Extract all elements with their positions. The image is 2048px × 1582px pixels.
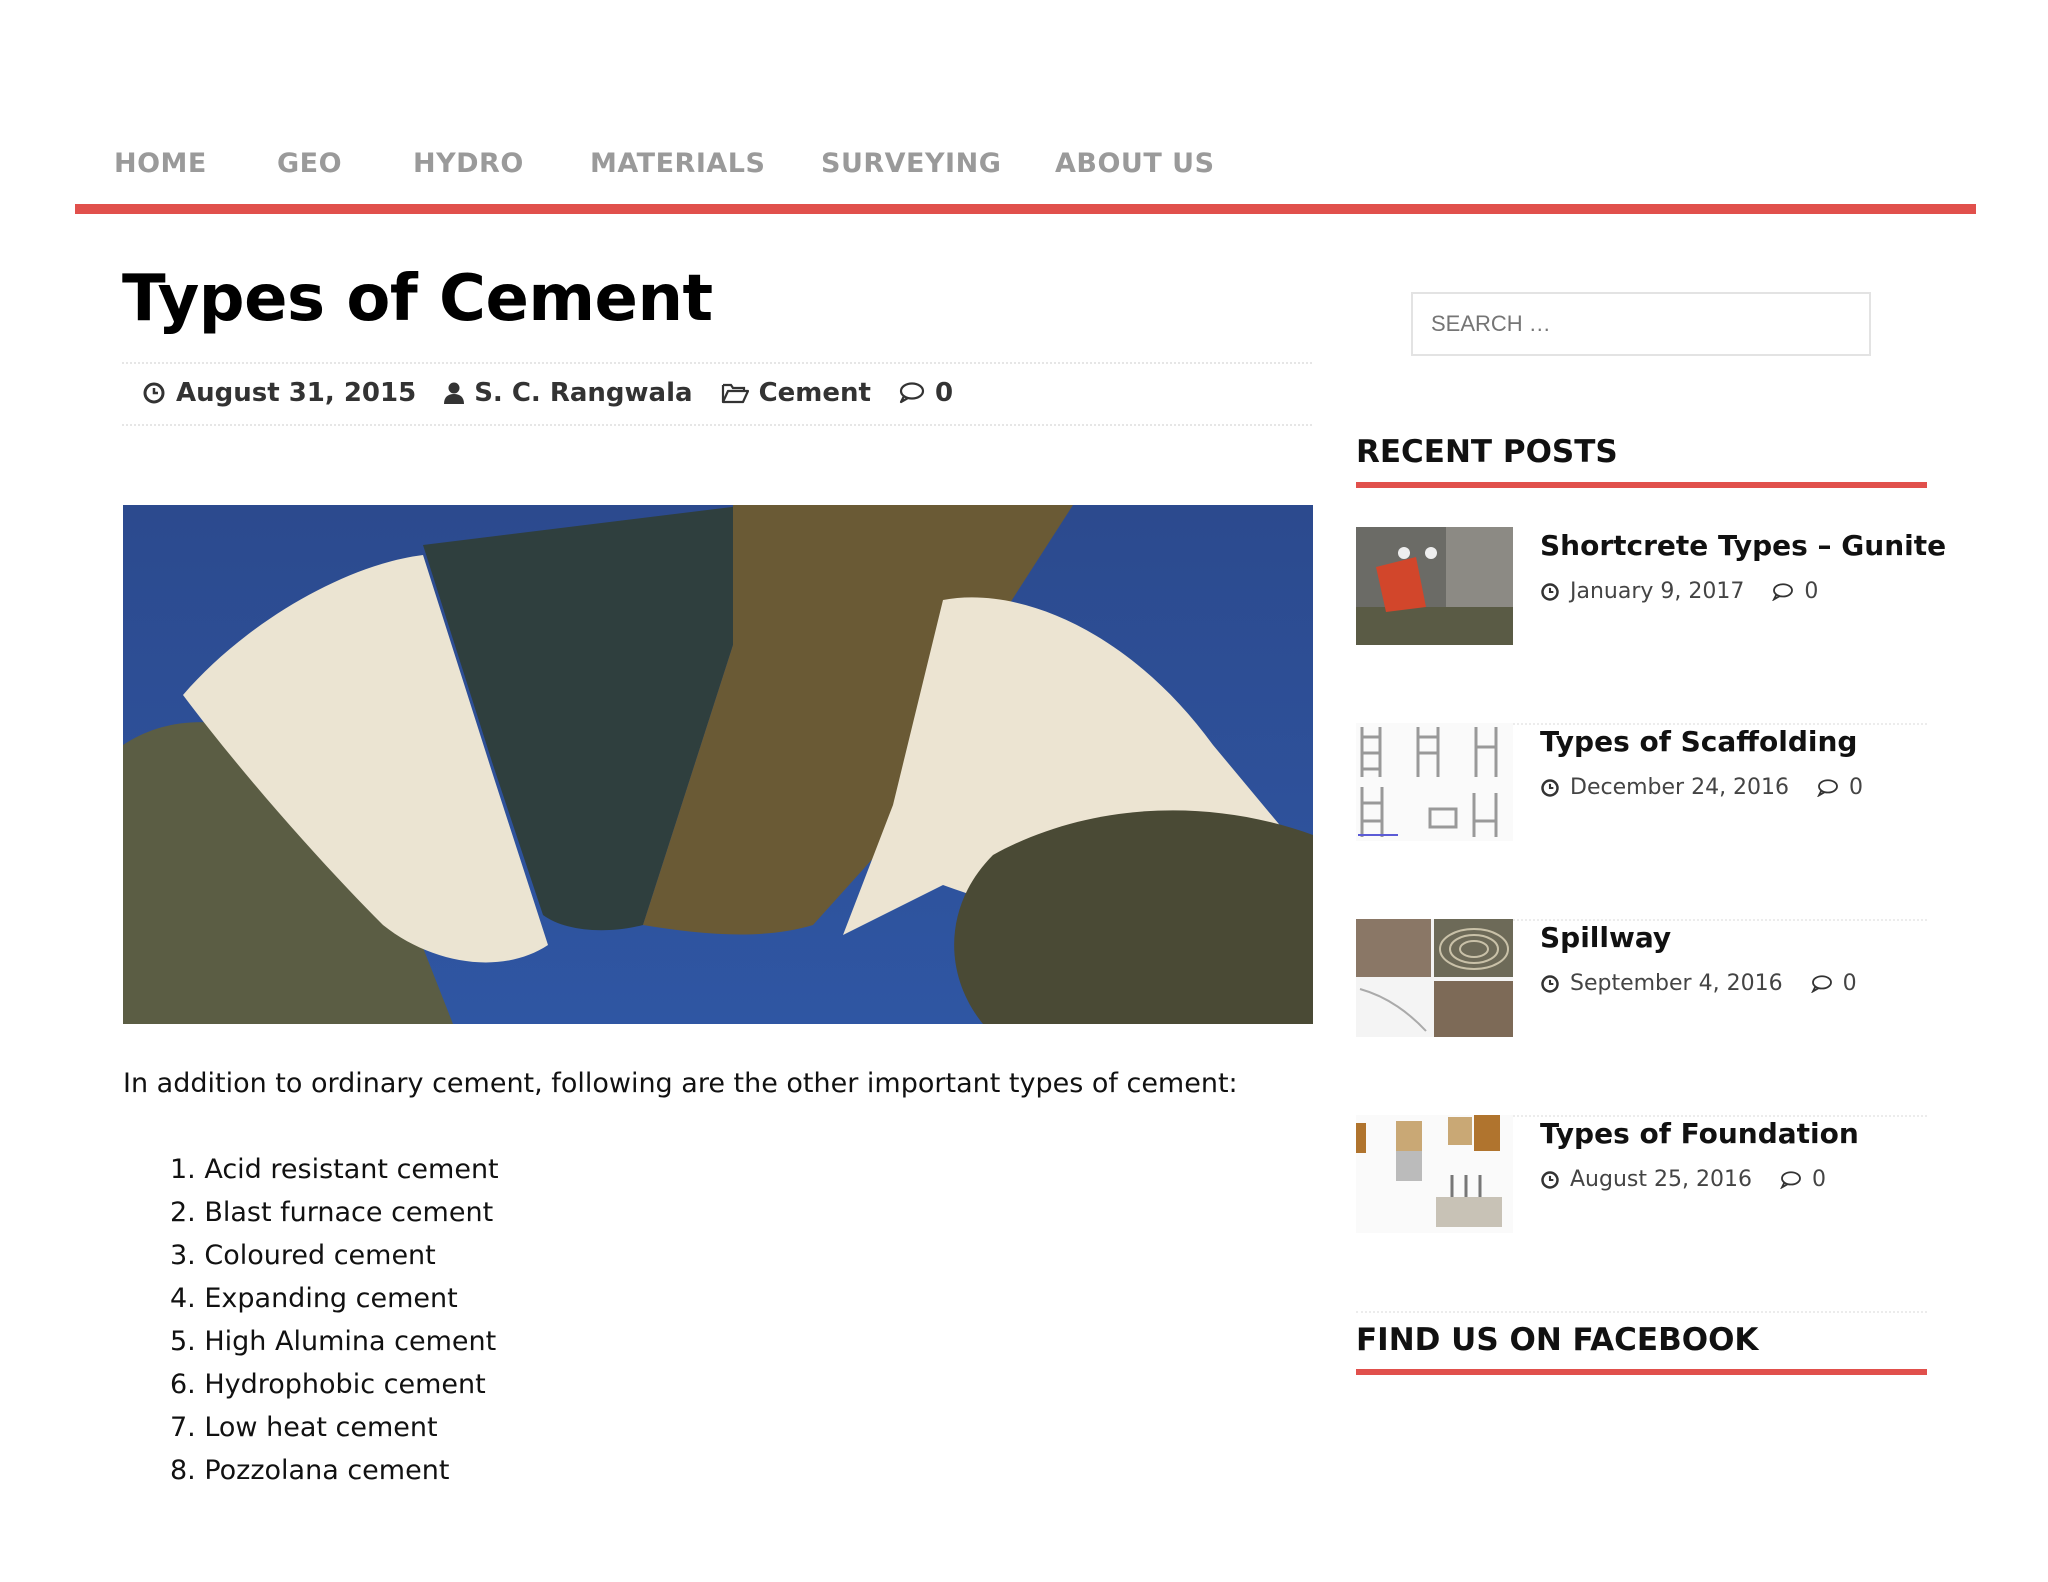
post-date[interactable]: August 31, 2015 [142,378,416,408]
post-meta: August 31, 2015 S. C. Rangwala Cement 0 [122,362,1312,426]
list-item: 1. Acid resistant cement [170,1154,499,1185]
facebook-widget-title: FIND US ON FACEBOOK [1356,1322,1759,1358]
cement-types-list: 1. Acid resistant cement 2. Blast furnac… [170,1148,499,1492]
hero-illustration [123,505,1313,1024]
clock-icon [143,382,165,404]
post-title-link[interactable]: Types of Foundation [1540,1117,1859,1150]
post-comment-count[interactable]: 0 [1812,1167,1826,1192]
recent-post-item[interactable]: Types of Foundation August 25, 2016 0 [1356,1115,1927,1313]
shotcrete-thumbnail-image [1356,527,1513,645]
list-item: 6. Hydrophobic cement [170,1369,486,1400]
post-thumbnail[interactable] [1356,919,1513,1037]
recent-post-item[interactable]: Spillway September 4, 2016 0 [1356,919,1927,1117]
nav-materials[interactable]: MATERIALS [590,148,765,179]
post-author-text: S. C. Rangwala [474,378,693,408]
post-date[interactable]: September 4, 2016 [1570,971,1783,996]
post-comment-count[interactable]: 0 [1804,579,1818,604]
list-item: 3. Coloured cement [170,1240,436,1271]
comment-icon [899,382,925,404]
recent-post-item[interactable]: Shortcrete Types – Gunite January 9, 201… [1356,527,1946,725]
post-thumbnail[interactable] [1356,723,1513,841]
nav-accent-bar [75,204,1976,214]
nav-home[interactable]: HOME [114,148,207,179]
post-comments[interactable]: 0 [899,378,953,408]
article-title: Types of Cement [122,262,713,336]
post-thumbnail[interactable] [1356,1115,1513,1233]
post-comments-count: 0 [934,378,954,408]
post-category[interactable]: Cement [721,378,871,408]
clock-icon [1541,974,1559,993]
recent-post-meta: January 9, 2017 0 [1540,579,1818,604]
list-item: 4. Expanding cement [170,1283,458,1314]
list-item: 8. Pozzolana cement [170,1455,450,1486]
search-input[interactable] [1411,292,1871,356]
post-date[interactable]: August 25, 2016 [1570,1167,1752,1192]
post-thumbnail[interactable] [1356,527,1513,645]
post-title-link[interactable]: Types of Scaffolding [1540,725,1857,758]
comment-icon [1817,778,1838,797]
main-nav: HOME GEO HYDRO MATERIALS SURVEYING ABOUT… [76,138,1976,198]
post-date[interactable]: January 9, 2017 [1570,579,1744,604]
post-date[interactable]: December 24, 2016 [1570,775,1789,800]
post-title-link[interactable]: Shortcrete Types – Gunite [1540,529,1946,562]
post-comment-count[interactable]: 0 [1849,775,1863,800]
post-date-text: August 31, 2015 [176,378,417,408]
post-title-link[interactable]: Spillway [1540,921,1671,954]
comment-icon [1772,582,1794,601]
post-author[interactable]: S. C. Rangwala [444,378,693,408]
scaffolding-thumbnail-image [1356,723,1513,841]
recent-post-meta: September 4, 2016 0 [1540,971,1857,996]
nav-geo[interactable]: GEO [277,148,342,179]
clock-icon [1541,582,1559,601]
list-item: 7. Low heat cement [170,1412,438,1443]
nav-hydro[interactable]: HYDRO [413,148,524,179]
recent-posts-title: RECENT POSTS [1356,434,1618,470]
recent-post-item[interactable]: Types of Scaffolding December 24, 2016 0 [1356,723,1927,921]
post-category-text: Cement [758,378,871,408]
recent-post-meta: December 24, 2016 0 [1540,775,1863,800]
facebook-widget-rule [1356,1369,1927,1375]
comment-icon [1810,974,1832,993]
comment-icon [1780,1170,1801,1189]
nav-about-us[interactable]: ABOUT US [1055,148,1215,179]
recent-post-meta: August 25, 2016 0 [1540,1167,1826,1192]
folder-open-icon [721,383,749,404]
nav-surveying[interactable]: SURVEYING [821,148,1001,179]
list-item: 2. Blast furnace cement [170,1197,494,1228]
spillway-thumbnail-image [1356,919,1513,1037]
user-icon [444,382,465,404]
recent-posts-rule [1356,482,1927,488]
list-item: 5. High Alumina cement [170,1326,497,1357]
cement-powders-image [123,505,1313,1024]
post-comment-count[interactable]: 0 [1843,971,1857,996]
foundation-thumbnail-image [1356,1115,1513,1233]
clock-icon [1541,1170,1559,1189]
clock-icon [1541,778,1559,797]
article-intro: In addition to ordinary cement, followin… [123,1068,1238,1099]
